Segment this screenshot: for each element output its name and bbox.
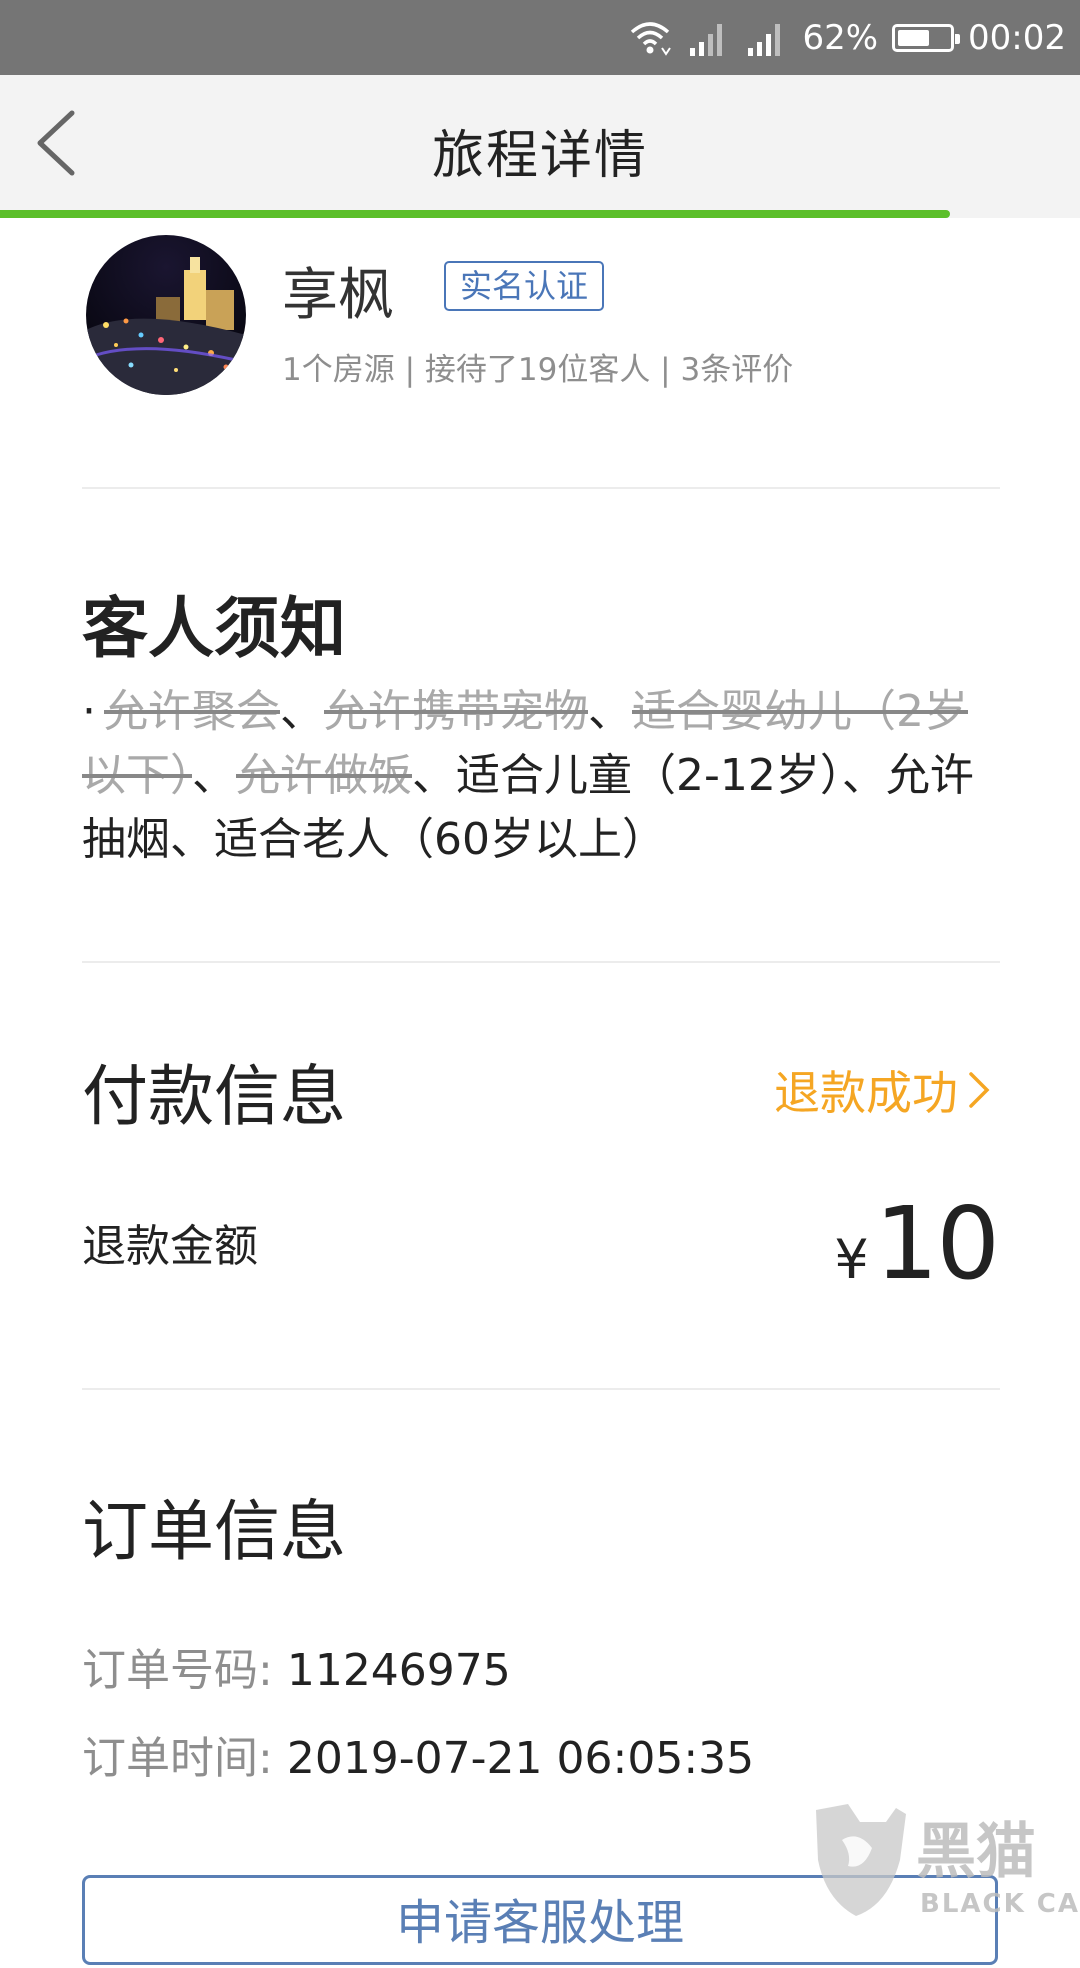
host-stats: 1个房源 | 接待了19位客人 | 3条评价 (282, 352, 794, 388)
watermark-en-text: BLACK CAT (920, 1889, 1078, 1919)
wifi-icon (631, 21, 672, 56)
notice-item-not-allowed: 允许做饭 (236, 750, 412, 801)
notice-item-allowed: 、 (588, 686, 632, 737)
order-time-row: 订单时间: 2019-07-21 06:05:35 (82, 1722, 754, 1786)
guest-notice-list: · 允许聚会、允许携带宠物、适合婴幼儿（2岁以下）、允许做饭、适合儿童（2-12岁… (82, 680, 982, 872)
order-number-row: 订单号码: 11246975 (82, 1634, 511, 1698)
notice-item-not-allowed: 允许聚会 (104, 686, 280, 737)
blackcat-watermark-logo: 黑猫 BLACK CAT (816, 1804, 1078, 1919)
divider (82, 961, 1000, 963)
order-time-label: 订单时间: (82, 1733, 273, 1784)
nav-header: 旅程详情 (0, 75, 1080, 215)
page-load-progress (0, 210, 1080, 218)
refund-status-link[interactable]: 退款成功 (774, 1057, 992, 1123)
divider (82, 1388, 1000, 1390)
page-title: 旅程详情 (431, 126, 648, 186)
avatar-image (86, 235, 246, 395)
progress-fill (0, 210, 951, 218)
bullet: · (82, 686, 96, 737)
refund-amount-label: 退款金额 (82, 1221, 258, 1272)
refund-status-label: 退款成功 (774, 1066, 958, 1120)
signal-icon-sim2 (748, 23, 781, 56)
clock: 00:02 (968, 17, 1066, 58)
host-name: 享枫 (282, 263, 394, 328)
status-bar: 62% 00:02 (0, 0, 1080, 75)
payment-info-title: 付款信息 (82, 1058, 346, 1135)
order-number-label: 订单号码: (82, 1645, 273, 1696)
status-bar-right: 62% 00:02 (628, 0, 1066, 75)
chevron-right-icon (969, 1072, 990, 1108)
order-info-title: 订单信息 (82, 1493, 346, 1570)
order-number-value: 11246975 (286, 1645, 511, 1696)
verified-badge: 实名认证 (444, 261, 605, 311)
order-time-value: 2019-07-21 06:05:35 (286, 1733, 755, 1784)
divider (82, 487, 1000, 489)
host-avatar[interactable] (86, 235, 246, 395)
battery-percent: 62% (802, 17, 879, 58)
battery-fill (898, 29, 930, 46)
watermark-cn-text: 黑猫 (916, 1817, 1036, 1887)
guest-notice-title: 客人须知 (82, 590, 346, 667)
battery-icon (892, 23, 961, 52)
notice-item-not-allowed: 允许携带宠物 (324, 686, 588, 737)
currency-symbol: ¥ (834, 1228, 869, 1291)
notice-item-allowed: 、 (192, 750, 236, 801)
refund-amount-value: 10 (874, 1185, 1000, 1302)
notice-items: 允许聚会、允许携带宠物、适合婴幼儿（2岁以下）、允许做饭、适合儿童（2-12岁）… (82, 686, 974, 865)
refund-amount: ¥ 10 (834, 1185, 1000, 1302)
signal-icon-sim1 (690, 23, 723, 56)
notice-item-allowed: 、 (280, 686, 324, 737)
